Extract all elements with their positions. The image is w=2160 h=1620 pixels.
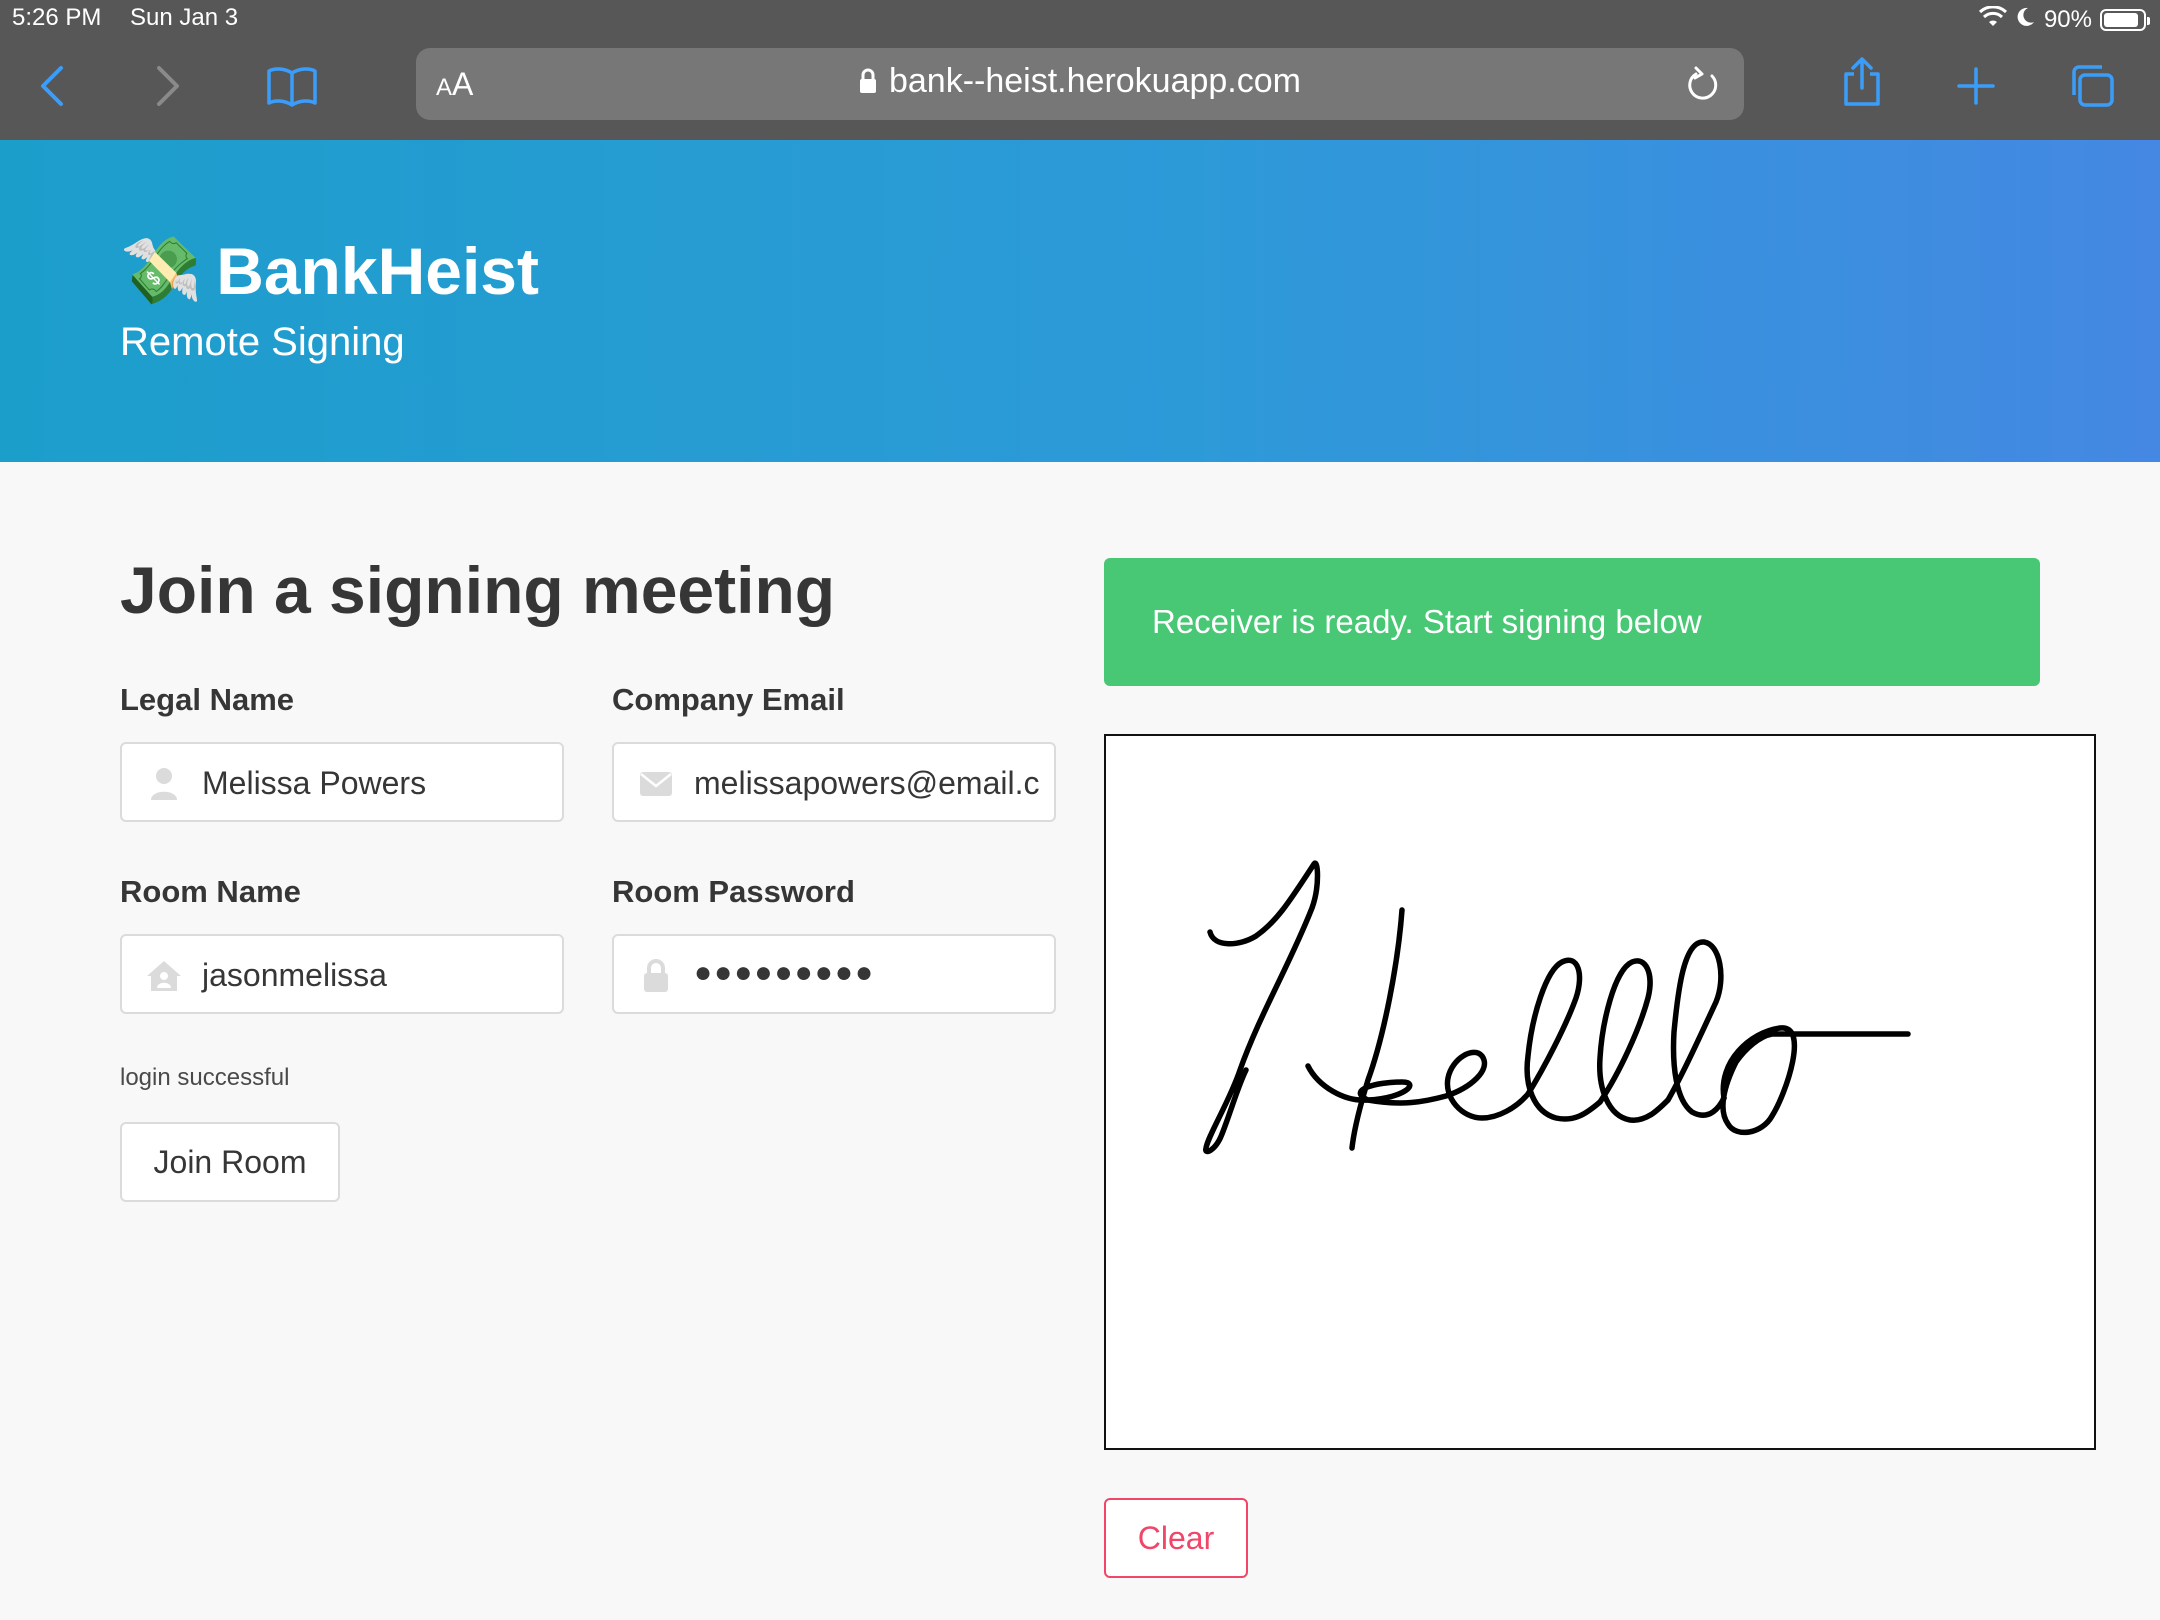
reload-icon[interactable] xyxy=(1684,62,1724,111)
room-name-value: jasonmelissa xyxy=(202,957,387,993)
room-password-label: Room Password xyxy=(612,874,855,909)
room-password-field[interactable]: ●●●●●●●●● xyxy=(612,934,1056,1014)
company-email-field[interactable]: melissapowers@email.c xyxy=(612,742,1056,822)
legal-name-label: Legal Name xyxy=(120,682,295,717)
back-icon[interactable] xyxy=(22,56,82,116)
company-email-value: melissapowers@email.c xyxy=(694,765,1040,801)
legal-name-field[interactable]: Melissa Powers xyxy=(120,742,564,822)
new-tab-icon[interactable] xyxy=(1946,56,2006,116)
room-password-value: ●●●●●●●●● xyxy=(694,956,876,989)
battery-level xyxy=(2104,13,2138,27)
status-time: 5:26 PM xyxy=(12,4,102,31)
company-email-label: Company Email xyxy=(612,682,845,717)
url-display[interactable]: bank--heist.herokuapp.com xyxy=(416,62,1744,103)
address-bar[interactable]: AA bank--heist.herokuapp.com xyxy=(416,48,1744,120)
url-text: bank--heist.herokuapp.com xyxy=(888,62,1301,100)
lock-icon xyxy=(859,64,877,103)
forward-icon[interactable] xyxy=(138,56,198,116)
legal-name-value: Melissa Powers xyxy=(202,765,427,801)
page-title: Join a signing meeting xyxy=(120,553,836,627)
flying-money-icon: 💸 xyxy=(120,233,203,307)
room-name-label: Room Name xyxy=(120,874,301,909)
wifi-icon xyxy=(1978,4,2008,35)
browser-chrome: 5:26 PM Sun Jan 3 90% AA bank--heist.her… xyxy=(0,0,2160,140)
brand-name: BankHeist xyxy=(216,234,539,308)
login-status: login successful xyxy=(120,1064,290,1091)
signature-pad[interactable] xyxy=(1104,734,2096,1450)
status-indicators: 90% xyxy=(1978,2,2150,38)
bookmarks-icon[interactable] xyxy=(262,56,322,116)
battery-icon xyxy=(2100,9,2150,31)
tabs-icon[interactable] xyxy=(2062,56,2122,116)
battery-percent: 90% xyxy=(2043,6,2092,33)
room-name-field[interactable]: jasonmelissa xyxy=(120,934,564,1014)
moon-icon xyxy=(2016,6,2036,35)
status-date: Sun Jan 3 xyxy=(130,4,239,31)
user-icon xyxy=(144,764,184,804)
clear-button[interactable]: Clear xyxy=(1104,1498,1248,1578)
signature-drawing xyxy=(1203,860,1911,1155)
share-icon[interactable] xyxy=(1832,52,1892,112)
brand: 💸 BankHeist xyxy=(120,232,539,310)
tagline: Remote Signing xyxy=(120,320,405,364)
join-room-button[interactable]: Join Room xyxy=(120,1122,340,1202)
house-user-icon xyxy=(144,956,184,996)
receiver-ready-notice: Receiver is ready. Start signing below xyxy=(1104,558,2040,686)
lock-icon xyxy=(636,956,676,996)
hero-banner: 💸 BankHeist Remote Signing xyxy=(0,140,2160,462)
envelope-icon xyxy=(636,764,676,804)
